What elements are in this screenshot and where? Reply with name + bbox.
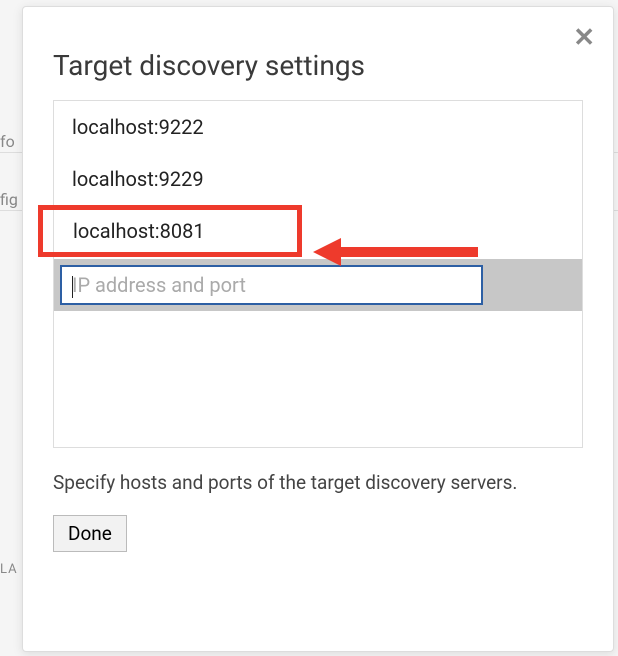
dialog-title: Target discovery settings [53, 49, 583, 82]
text-cursor [72, 276, 73, 298]
background-fragment: LA [0, 562, 18, 577]
close-icon[interactable]: ✕ [573, 25, 595, 51]
background-fragment: fig [0, 190, 18, 209]
done-button[interactable]: Done [53, 515, 127, 552]
target-list-item[interactable]: localhost:9229 [54, 153, 582, 205]
help-text: Specify hosts and ports of the target di… [53, 470, 583, 497]
target-discovery-dialog: ✕ Target discovery settings localhost:92… [22, 6, 614, 652]
address-port-input[interactable] [60, 265, 483, 305]
target-list-item-highlighted[interactable]: localhost:8081 [38, 205, 302, 257]
new-target-row [54, 259, 582, 311]
target-list-item[interactable]: localhost:9222 [54, 101, 582, 153]
target-list: localhost:9222 localhost:9229 localhost:… [53, 100, 583, 448]
background-fragment: fo [0, 132, 15, 151]
